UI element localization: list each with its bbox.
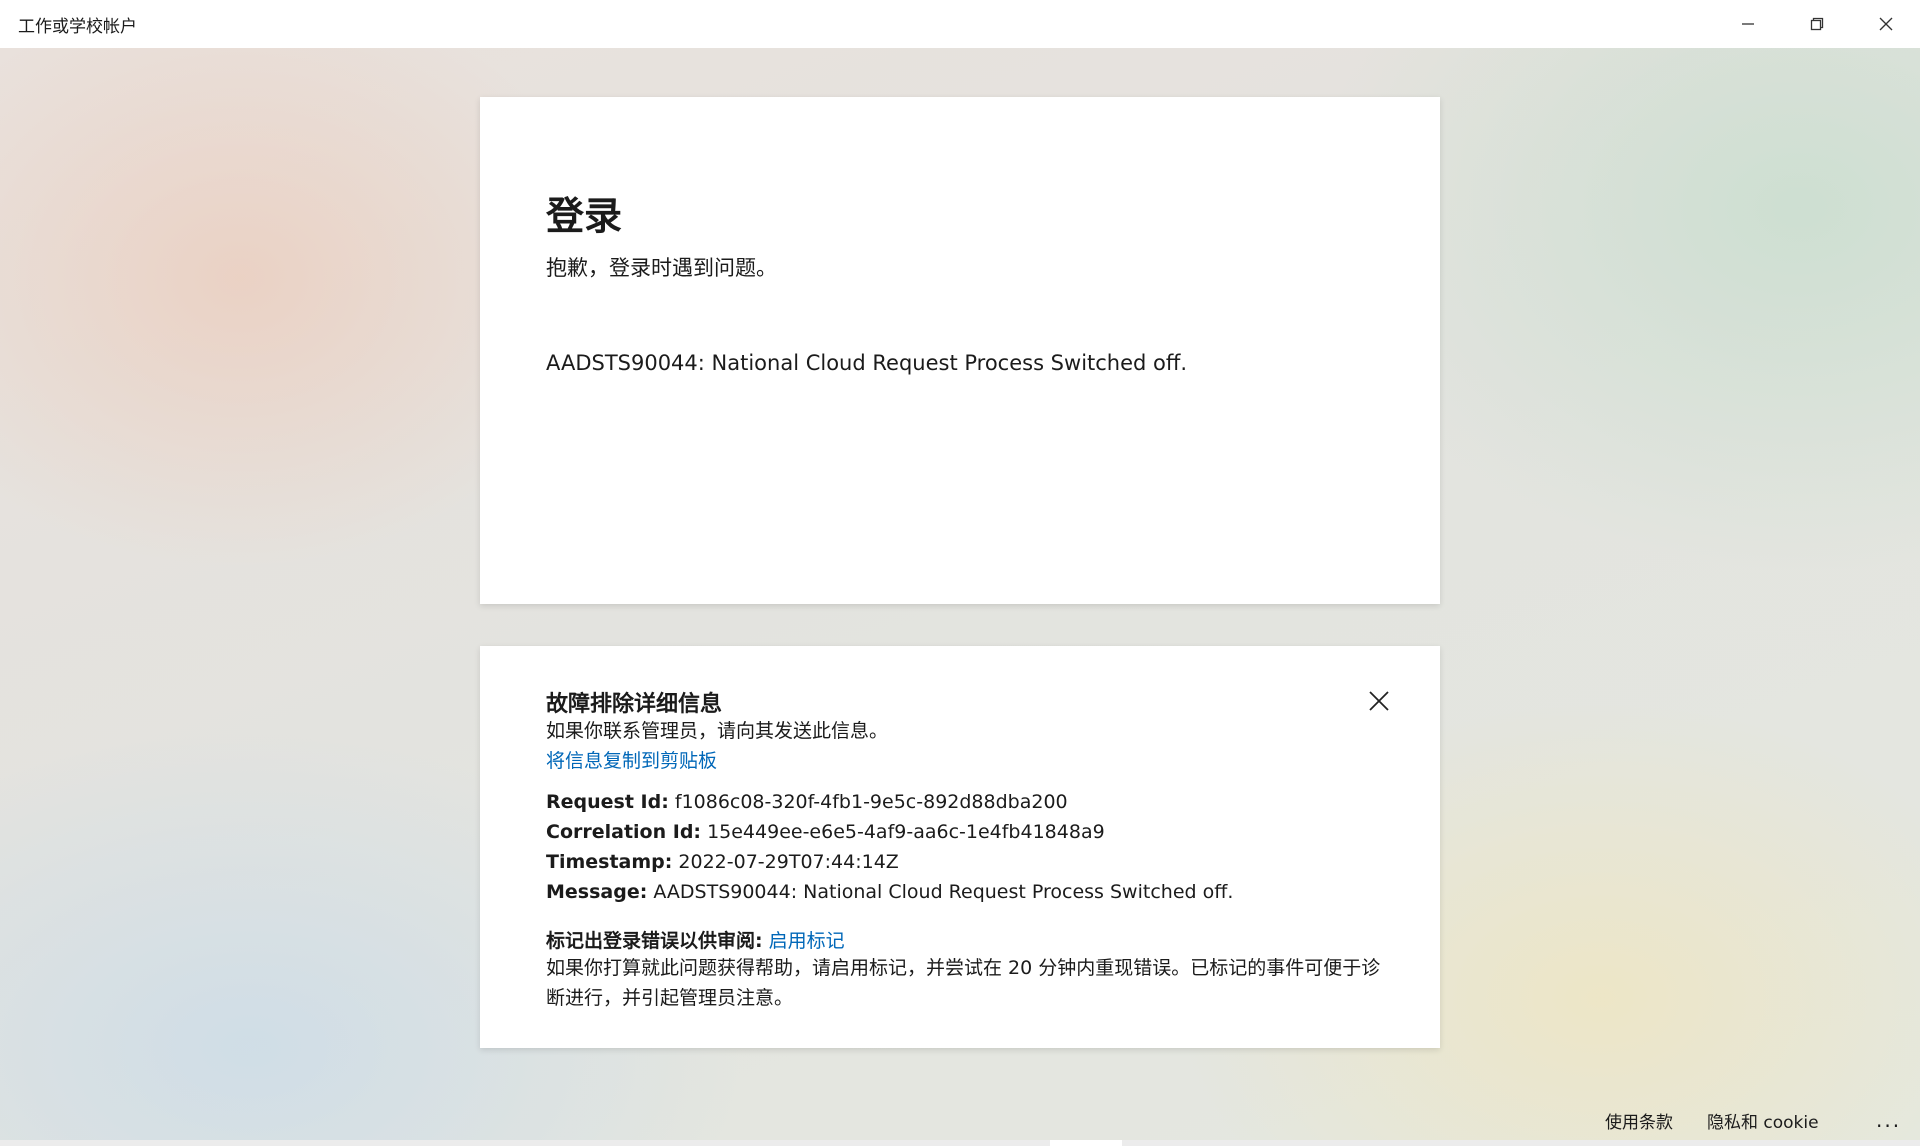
- signin-heading: 登录: [546, 194, 623, 238]
- request-id-row: Request Id: f1086c08-320f-4fb1-9e5c-892d…: [546, 791, 1068, 813]
- request-id-label: Request Id:: [546, 791, 669, 813]
- flag-row: 标记出登录错误以供审阅: 启用标记: [546, 926, 845, 953]
- signin-card: 登录 抱歉，登录时遇到问题。 AADSTS90044: National Clo…: [480, 97, 1440, 604]
- timestamp-label: Timestamp:: [546, 851, 673, 873]
- close-icon: [1879, 17, 1892, 31]
- error-message: AADSTS90044: National Cloud Request Proc…: [546, 351, 1188, 375]
- scroll-thumb[interactable]: [1050, 1140, 1122, 1146]
- message-value: AADSTS90044: National Cloud Request Proc…: [653, 881, 1234, 903]
- window-controls: [1713, 0, 1920, 48]
- minimize-button[interactable]: [1713, 0, 1782, 48]
- restore-icon: [1810, 17, 1823, 31]
- close-troubleshooting-button[interactable]: [1364, 686, 1394, 716]
- signin-subtitle: 抱歉，登录时遇到问题。: [546, 256, 777, 280]
- privacy-cookies-link[interactable]: 隐私和 cookie: [1707, 1108, 1819, 1133]
- timestamp-value: 2022-07-29T07:44:14Z: [678, 851, 899, 873]
- correlation-id-value: 15e449ee-e6e5-4af9-aa6c-1e4fb41848a9: [707, 821, 1105, 843]
- window-title: 工作或学校帐户: [18, 16, 137, 37]
- message-label: Message:: [546, 881, 648, 903]
- title-bar: 工作或学校帐户: [0, 0, 1920, 48]
- correlation-id-row: Correlation Id: 15e449ee-e6e5-4af9-aa6c-…: [546, 821, 1105, 843]
- troubleshooting-title: 故障排除详细信息: [546, 692, 723, 717]
- request-id-value: f1086c08-320f-4fb1-9e5c-892d88dba200: [674, 791, 1068, 813]
- timestamp-row: Timestamp: 2022-07-29T07:44:14Z: [546, 851, 899, 873]
- flag-description: 如果你打算就此问题获得帮助，请启用标记，并尝试在 20 分钟内重现错误。已标记的…: [546, 957, 1381, 1009]
- minimize-icon: [1741, 23, 1754, 25]
- correlation-id-label: Correlation Id:: [546, 821, 702, 843]
- close-icon: [1369, 691, 1389, 711]
- close-window-button[interactable]: [1851, 0, 1920, 48]
- troubleshooting-subtitle: 如果你联系管理员，请向其发送此信息。: [546, 720, 889, 742]
- terms-of-use-link[interactable]: 使用条款: [1605, 1108, 1673, 1133]
- restore-button[interactable]: [1782, 0, 1851, 48]
- troubleshooting-card: 故障排除详细信息 如果你联系管理员，请向其发送此信息。 将信息复制到剪贴板 Re…: [480, 646, 1440, 1048]
- bottom-edge: [0, 1140, 1920, 1146]
- more-options-button[interactable]: ...: [1876, 1108, 1901, 1132]
- enable-flagging-link[interactable]: 启用标记: [769, 930, 845, 952]
- copy-to-clipboard-link[interactable]: 将信息复制到剪贴板: [546, 746, 717, 773]
- flag-label: 标记出登录错误以供审阅:: [546, 930, 763, 952]
- message-row: Message: AADSTS90044: National Cloud Req…: [546, 881, 1233, 903]
